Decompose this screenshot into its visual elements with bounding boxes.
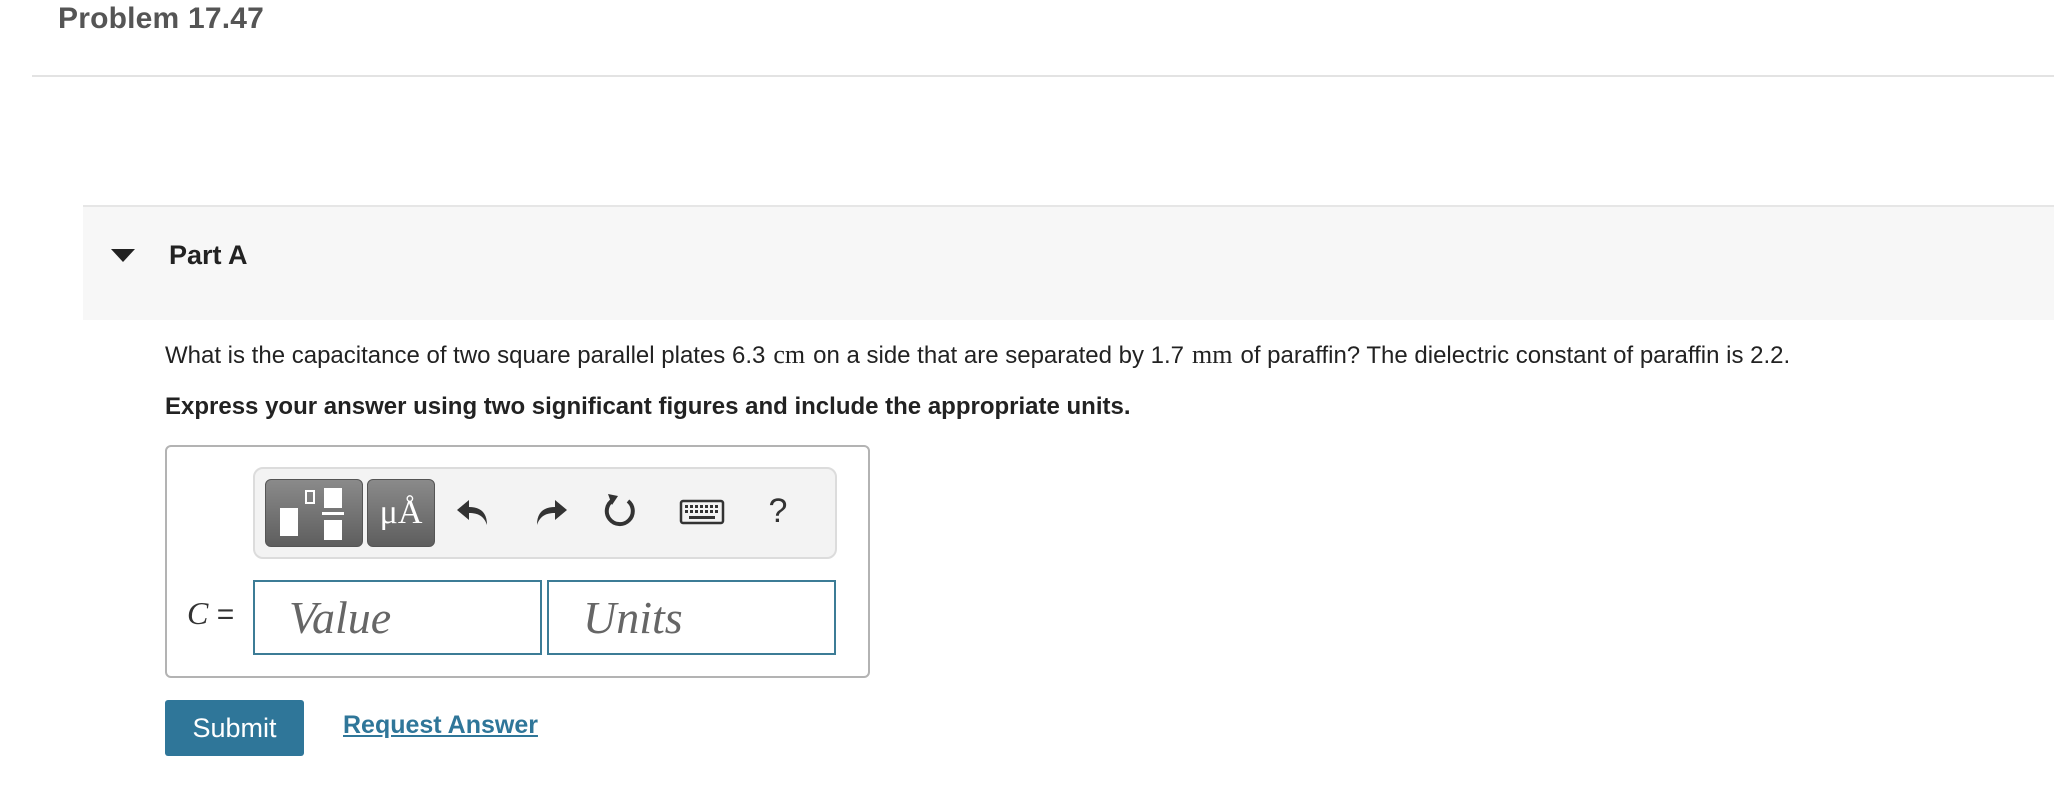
templates-icon[interactable] [265, 479, 363, 547]
problem-title: Problem 17.47 [58, 2, 265, 35]
math-toolbar: μÅ ? [253, 467, 837, 559]
equals-sign: = [216, 598, 235, 631]
answer-box: μÅ ? C = Value Units [165, 445, 870, 678]
units-button-label: μÅ [379, 494, 423, 531]
answer-variable-label: C = [187, 595, 234, 632]
part-header[interactable]: Part A [83, 205, 2054, 320]
units-input[interactable] [547, 580, 836, 655]
collapse-caret-icon[interactable] [111, 249, 135, 262]
reset-icon[interactable] [595, 487, 645, 537]
request-answer-link[interactable]: Request Answer [343, 711, 538, 740]
submit-button[interactable]: Submit [165, 700, 304, 756]
undo-icon[interactable] [451, 487, 501, 537]
problem-page: Problem 17.47 Part A What is the capacit… [0, 0, 2054, 788]
question-text-part-3: of paraffin? The dielectric constant of … [1240, 342, 1791, 369]
title-divider [32, 75, 2054, 77]
part-label: Part A [169, 240, 248, 270]
value-input[interactable] [253, 580, 542, 655]
help-icon[interactable]: ? [753, 483, 803, 539]
keyboard-icon[interactable] [677, 487, 727, 537]
answer-instruction: Express your answer using two significan… [165, 393, 1131, 420]
answer-variable: C [187, 595, 209, 631]
question-text: What is the capacitance of two square pa… [165, 340, 1790, 370]
question-text-part-1: What is the capacitance of two square pa… [165, 342, 766, 369]
redo-icon[interactable] [523, 487, 573, 537]
question-unit-mm: mm [1192, 340, 1233, 369]
question-unit-cm: cm [773, 340, 806, 369]
question-text-part-2: on a side that are separated by 1.7 [813, 342, 1185, 369]
units-icon[interactable]: μÅ [367, 479, 435, 547]
